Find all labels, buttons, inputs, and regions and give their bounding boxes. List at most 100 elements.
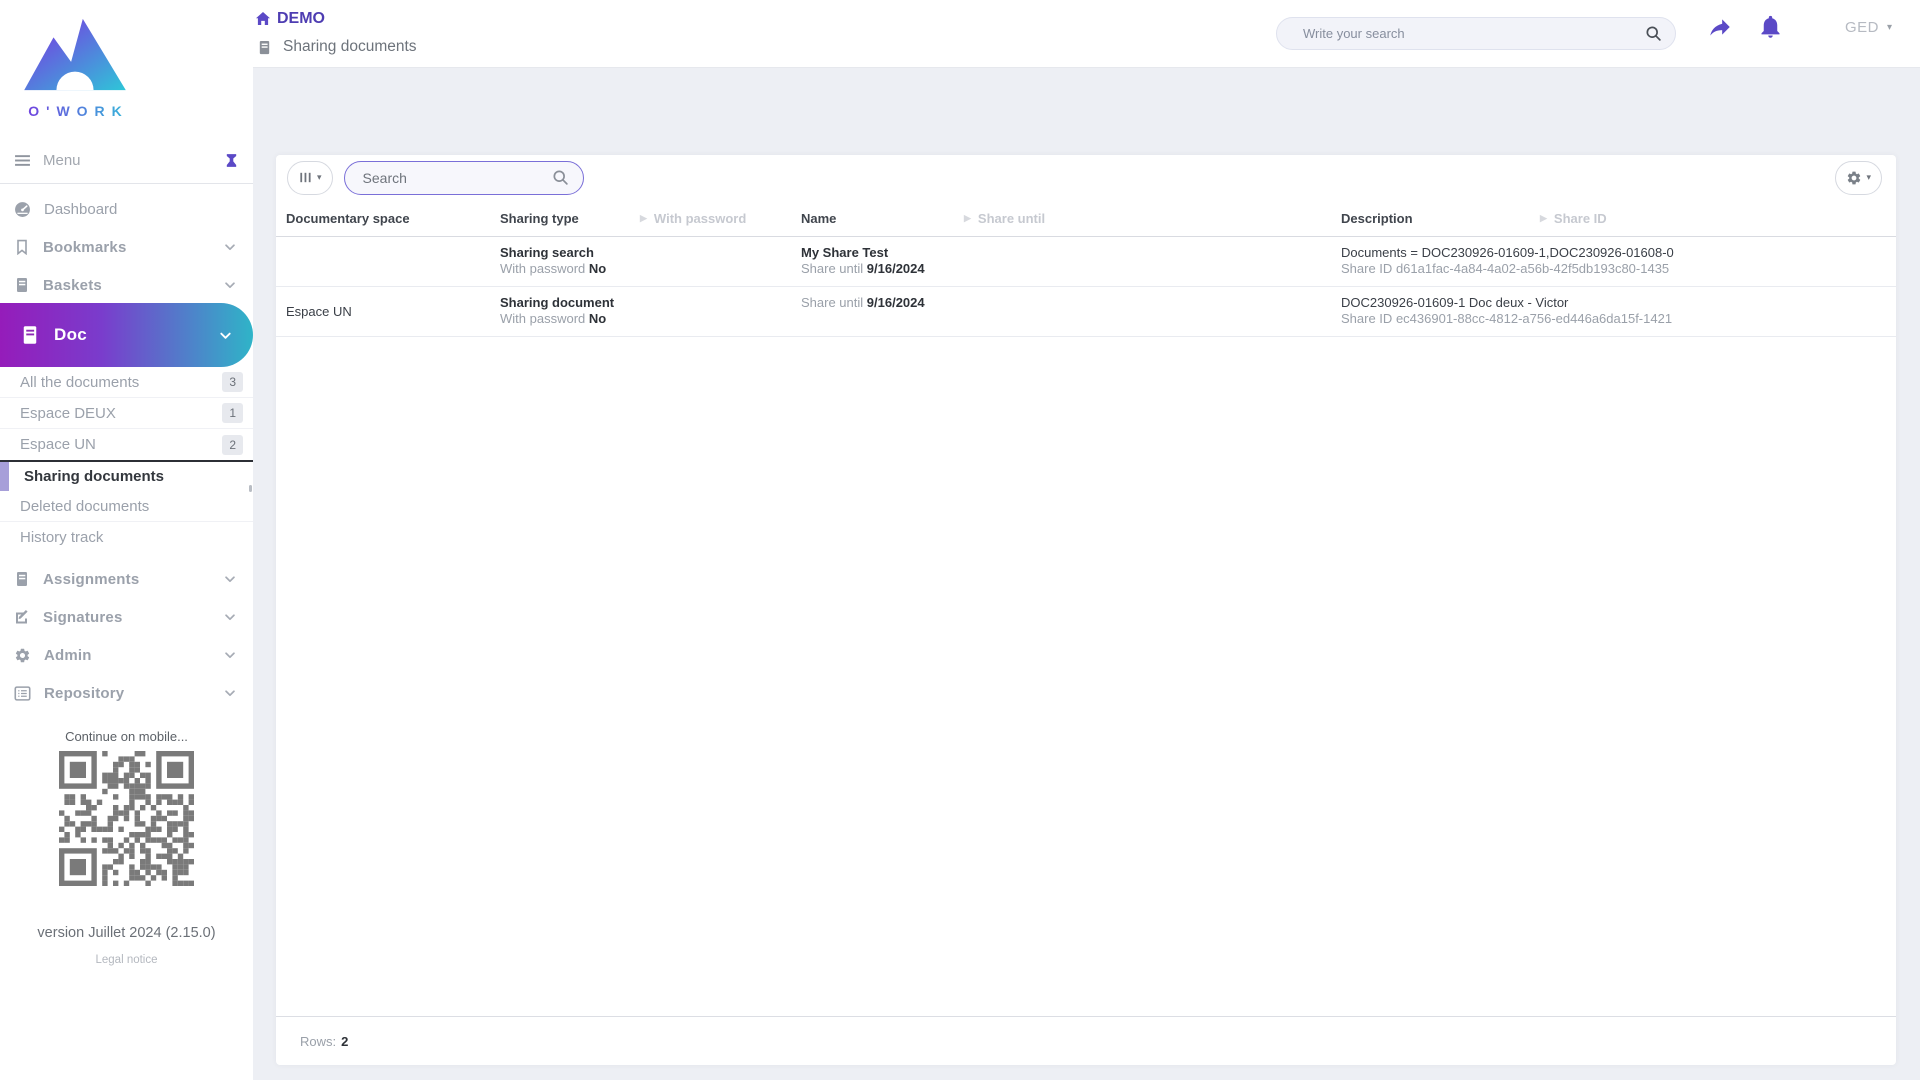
cell-sharing-type: Sharing search With password No bbox=[490, 237, 630, 286]
scrollbar-thumb[interactable] bbox=[249, 485, 252, 492]
cell-share-until bbox=[954, 287, 1331, 336]
cell-name: Share until 9/16/2024 bbox=[791, 287, 954, 336]
list-icon bbox=[14, 685, 31, 702]
chevron-down-icon bbox=[223, 686, 237, 700]
subitem-label: Espace UN bbox=[20, 436, 96, 453]
columns-icon bbox=[298, 170, 313, 185]
page-title-row: Sharing documents bbox=[257, 38, 417, 56]
bell-icon[interactable] bbox=[1757, 13, 1784, 40]
count-badge: 1 bbox=[222, 403, 243, 423]
book-icon bbox=[257, 40, 272, 55]
assignments-icon bbox=[14, 571, 30, 587]
table-search-input[interactable] bbox=[363, 170, 552, 186]
cell-with-password bbox=[630, 287, 791, 336]
baskets-icon bbox=[14, 277, 30, 293]
sidebar-item-assignments[interactable]: Assignments bbox=[0, 560, 253, 598]
doc-book-icon bbox=[20, 325, 40, 345]
column-header-documentary-space[interactable]: Documentary space bbox=[276, 200, 490, 236]
pin-icon[interactable] bbox=[224, 153, 239, 168]
account-menu[interactable]: GED ▾ bbox=[1845, 19, 1892, 36]
bookmark-icon bbox=[14, 239, 30, 255]
chevron-down-icon bbox=[223, 610, 237, 624]
sidebar-item-doc[interactable]: Doc bbox=[0, 303, 253, 367]
account-label: GED bbox=[1845, 19, 1879, 36]
sidebar-item-dashboard[interactable]: Dashboard bbox=[0, 190, 253, 228]
menu-label: Menu bbox=[43, 152, 81, 169]
status-bar: Rows: 2 bbox=[276, 1016, 1896, 1065]
caret-down-icon: ▾ bbox=[1866, 172, 1871, 183]
chevron-down-icon bbox=[223, 572, 237, 586]
table-settings-button[interactable]: ▾ bbox=[1835, 161, 1882, 195]
mobile-hint: Continue on mobile... bbox=[0, 729, 253, 744]
cell-share-id bbox=[1530, 287, 1896, 336]
chevron-down-icon bbox=[218, 328, 233, 343]
breadcrumb[interactable]: DEMO bbox=[255, 10, 325, 28]
table-header-row: Documentary space Sharing type ▶ With pa… bbox=[276, 200, 1896, 237]
gear-icon bbox=[14, 647, 31, 664]
global-search bbox=[1276, 17, 1676, 50]
sidebar-item-deleted-documents[interactable]: Deleted documents bbox=[0, 491, 253, 522]
page-title: Sharing documents bbox=[283, 38, 417, 56]
cell-description: DOC230926-01609-1 Doc deux - Victor Shar… bbox=[1331, 287, 1530, 336]
expand-caret-icon: ▶ bbox=[964, 213, 971, 224]
sidebar-item-history-track[interactable]: History track bbox=[0, 522, 253, 553]
sidebar-item-all-documents[interactable]: All the documents 3 bbox=[0, 367, 253, 398]
sidebar-item-label: Baskets bbox=[43, 277, 102, 294]
table-row[interactable]: Sharing search With password No My Share… bbox=[276, 237, 1896, 287]
subitem-label: Sharing documents bbox=[24, 468, 164, 485]
global-search-input[interactable] bbox=[1303, 26, 1645, 41]
legal-notice-link[interactable]: Legal notice bbox=[0, 954, 253, 966]
signature-pen-icon bbox=[14, 609, 30, 625]
topbar: DEMO Sharing documents GED ▾ bbox=[253, 0, 1920, 68]
column-header-share-id[interactable]: ▶ Share ID bbox=[1530, 200, 1896, 236]
sidebar-item-label: Bookmarks bbox=[43, 239, 127, 256]
sidebar-item-espace-un[interactable]: Espace UN 2 bbox=[0, 429, 253, 460]
app-root: O'WORK Menu Dashboard Bookmarks Baskets bbox=[0, 0, 1920, 1080]
sidebar-item-signatures[interactable]: Signatures bbox=[0, 598, 253, 636]
hamburger-icon bbox=[14, 152, 31, 169]
columns-button[interactable]: ▾ bbox=[287, 161, 333, 195]
sidebar-item-label: Dashboard bbox=[44, 201, 117, 218]
sidebar-item-repository[interactable]: Repository bbox=[0, 674, 253, 712]
sidebar-item-espace-deux[interactable]: Espace DEUX 1 bbox=[0, 398, 253, 429]
table-search bbox=[344, 161, 584, 195]
brand-wordmark: O'WORK bbox=[10, 103, 140, 119]
cell-share-id bbox=[1530, 237, 1896, 286]
chevron-down-icon bbox=[223, 648, 237, 662]
search-icon[interactable] bbox=[1645, 25, 1662, 42]
column-header-sharing-type[interactable]: Sharing type bbox=[490, 200, 630, 236]
chevron-down-icon bbox=[223, 240, 237, 254]
qr-code bbox=[59, 751, 194, 886]
sidebar-item-bookmarks[interactable]: Bookmarks bbox=[0, 228, 253, 266]
breadcrumb-label: DEMO bbox=[277, 10, 325, 28]
cell-with-password bbox=[630, 237, 791, 286]
share-icon[interactable] bbox=[1705, 14, 1735, 40]
column-header-description[interactable]: Description bbox=[1331, 200, 1530, 236]
version-label: version Juillet 2024 (2.15.0) bbox=[0, 925, 253, 941]
cell-description: Documents = DOC230926-01609-1,DOC230926-… bbox=[1331, 237, 1530, 286]
home-icon bbox=[255, 11, 271, 27]
column-header-share-until[interactable]: ▶ Share until bbox=[954, 200, 1331, 236]
cell-documentary-space bbox=[276, 237, 490, 286]
sidebar-item-sharing-documents[interactable]: Sharing documents bbox=[0, 460, 253, 491]
sidebar-item-baskets[interactable]: Baskets bbox=[0, 266, 253, 304]
sidebar-menu-toggle[interactable]: Menu bbox=[0, 142, 253, 178]
expand-caret-icon: ▶ bbox=[1540, 213, 1547, 224]
subitem-label: All the documents bbox=[20, 374, 139, 391]
count-badge: 3 bbox=[222, 372, 243, 392]
sharing-documents-panel: ▾ ▾ Documentary space Sharing type ▶ Wit… bbox=[276, 155, 1896, 1065]
column-header-with-password[interactable]: ▶ With password bbox=[630, 200, 791, 236]
chevron-down-icon bbox=[223, 278, 237, 292]
brand-logo[interactable]: O'WORK bbox=[10, 12, 140, 119]
sidebar-item-label: Repository bbox=[44, 685, 124, 702]
sidebar-item-admin[interactable]: Admin bbox=[0, 636, 253, 674]
count-badge: 2 bbox=[222, 435, 243, 455]
subitem-label: Deleted documents bbox=[20, 498, 149, 515]
column-header-name[interactable]: Name bbox=[791, 200, 954, 236]
cell-name: My Share Test Share until 9/16/2024 bbox=[791, 237, 954, 286]
expand-caret-icon: ▶ bbox=[640, 213, 647, 224]
sidebar-nav-top: Dashboard Bookmarks Baskets bbox=[0, 190, 253, 304]
table-row[interactable]: Espace UN Sharing document With password… bbox=[276, 287, 1896, 337]
caret-down-icon: ▾ bbox=[317, 172, 322, 183]
cell-documentary-space: Espace UN bbox=[276, 287, 490, 336]
